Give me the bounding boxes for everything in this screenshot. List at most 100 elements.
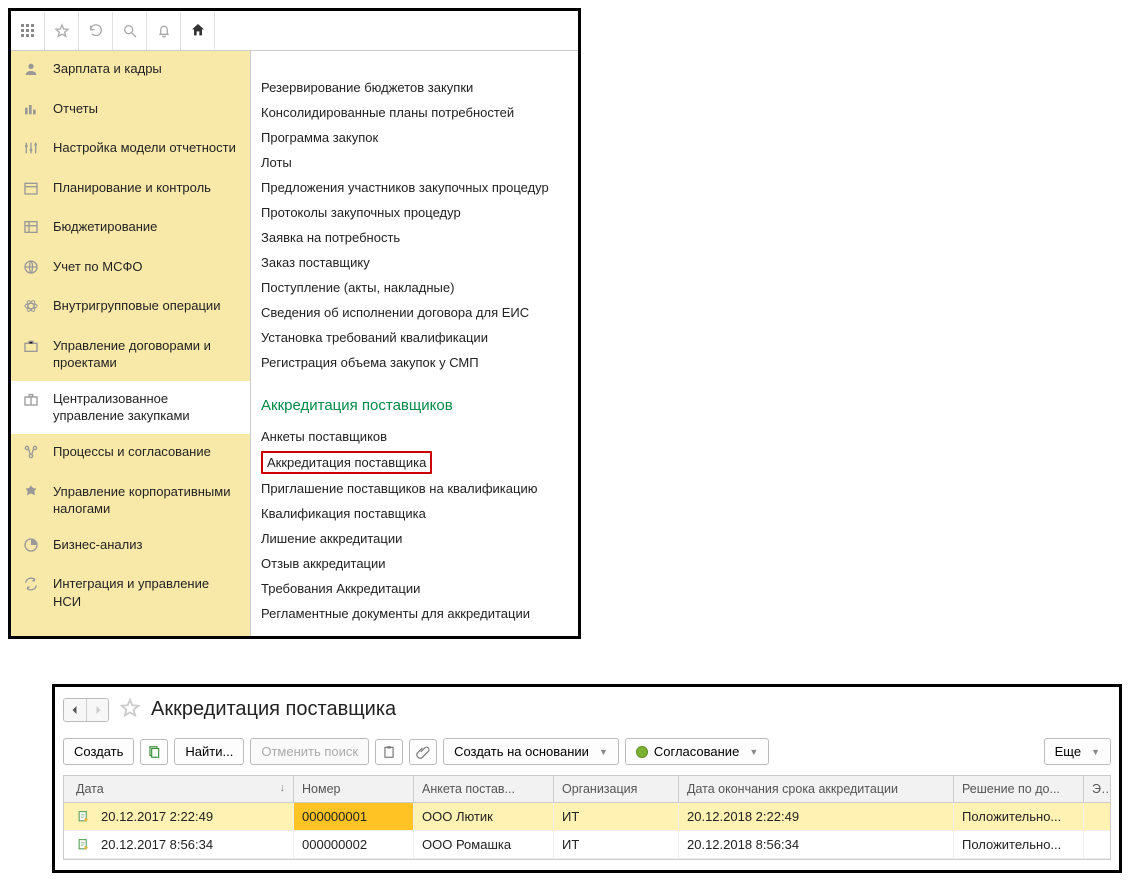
col-number[interactable]: Номер <box>294 776 414 803</box>
gift-icon <box>23 391 41 412</box>
table-row[interactable]: 20.12.2017 2:22:49 000000001 ООО Лютик И… <box>64 803 1110 831</box>
sidebar-item-label: Настройка модели отчетности <box>53 139 240 157</box>
cell-date: 20.12.2017 2:22:49 <box>64 803 294 831</box>
sidebar-item-contracts[interactable]: Управление договорами и проектами <box>11 328 250 381</box>
attach-button[interactable] <box>409 739 437 765</box>
chart-icon <box>23 101 41 122</box>
nav-forward-button[interactable] <box>86 699 108 721</box>
home-icon[interactable] <box>181 12 215 50</box>
nav-back-button[interactable] <box>64 699 86 721</box>
menu-section-header: Аккредитация поставщиков <box>261 397 568 414</box>
cell-date: 20.12.2017 8:56:34 <box>64 831 294 859</box>
nav-buttons <box>63 698 109 722</box>
menu-link[interactable]: Регистрация объема закупок у СМП <box>261 350 568 375</box>
refresh-icon <box>23 576 41 597</box>
favorite-icon[interactable] <box>119 697 141 722</box>
col-profile[interactable]: Анкета постав... <box>414 776 554 803</box>
bell-icon[interactable] <box>147 12 181 50</box>
sidebar-item-tax[interactable]: Управление корпоративными налогами <box>11 474 250 527</box>
cell-number: 000000001 <box>294 803 414 831</box>
page-title: Аккредитация поставщика <box>151 698 396 721</box>
document-icon <box>76 810 91 823</box>
cell-decision: Положительно... <box>954 831 1084 859</box>
sidebar-item-planning[interactable]: Планирование и контроль <box>11 170 250 210</box>
cell-enddate: 20.12.2018 8:56:34 <box>679 831 954 859</box>
sidebar-item-reports[interactable]: Отчеты <box>11 91 250 131</box>
find-button[interactable]: Найти... <box>174 738 244 765</box>
menu-link[interactable]: Требования Аккредитации <box>261 576 568 601</box>
menu-link[interactable]: Регламентные документы для аккредитации <box>261 601 568 626</box>
sidebar-item-label: Планирование и контроль <box>53 179 240 197</box>
sidebar: Зарплата и кадры Отчеты Настройка модели… <box>11 51 251 636</box>
menu-link[interactable]: Отзыв аккредитации <box>261 551 568 576</box>
table-row[interactable]: 20.12.2017 8:56:34 000000002 ООО Ромашка… <box>64 831 1110 859</box>
chevron-down-icon: ▼ <box>1091 747 1100 757</box>
menu-link[interactable]: Сведения об исполнении договора для ЕИС <box>261 300 568 325</box>
globe-icon <box>23 259 41 280</box>
sidebar-item-label: Зарплата и кадры <box>53 60 240 78</box>
emblem-icon <box>23 484 41 505</box>
sort-indicator-icon: ↓ <box>280 782 286 796</box>
sidebar-item-bi[interactable]: Бизнес-анализ <box>11 527 250 567</box>
create-button[interactable]: Создать <box>63 738 134 765</box>
table-icon <box>23 219 41 240</box>
menu-link[interactable]: Протоколы закупочных процедур <box>261 200 568 225</box>
search-icon[interactable] <box>113 12 147 50</box>
menu-link[interactable]: Поступление (акты, накладные) <box>261 275 568 300</box>
menu-link[interactable]: Анкеты поставщиков <box>261 424 568 449</box>
sidebar-item-label: Процессы и согласование <box>53 443 240 461</box>
col-date[interactable]: Дата↓ <box>64 776 294 803</box>
sidebar-item-integration[interactable]: Интеграция и управление НСИ <box>11 566 250 619</box>
cell-decision: Положительно... <box>954 803 1084 831</box>
atom-icon <box>23 298 41 319</box>
create-based-button[interactable]: Создать на основании▼ <box>443 738 619 765</box>
sidebar-item-model-setup[interactable]: Настройка модели отчетности <box>11 130 250 170</box>
col-decision[interactable]: Решение по до... <box>954 776 1084 803</box>
briefcase-icon <box>23 338 41 359</box>
col-eto[interactable]: Это п <box>1084 776 1110 803</box>
col-org[interactable]: Организация <box>554 776 679 803</box>
sidebar-item-budgeting[interactable]: Бюджетирование <box>11 209 250 249</box>
sidebar-item-label: Управление договорами и проектами <box>53 337 240 372</box>
cell-eto <box>1084 803 1110 831</box>
star-icon[interactable] <box>45 12 79 50</box>
sidebar-item-ifrs[interactable]: Учет по МСФО <box>11 249 250 289</box>
menu-link[interactable]: Установка требований квалификации <box>261 325 568 350</box>
menu-link[interactable]: Квалификация поставщика <box>261 501 568 526</box>
clipboard-button[interactable] <box>375 739 403 765</box>
cell-number: 000000002 <box>294 831 414 859</box>
copy-button[interactable] <box>140 739 168 765</box>
command-bar: Создать Найти... Отменить поиск Создать … <box>63 738 1111 765</box>
sidebar-item-intercompany[interactable]: Внутригрупповые операции <box>11 288 250 328</box>
apps-icon[interactable] <box>11 12 45 50</box>
approval-button[interactable]: Согласование▼ <box>625 738 769 765</box>
sidebar-item-label: Управление корпоративными налогами <box>53 483 240 518</box>
person-icon <box>23 61 41 82</box>
menu-link[interactable]: Предложения участников закупочных процед… <box>261 175 568 200</box>
menu-link[interactable]: Лоты <box>261 150 568 175</box>
sidebar-item-label: Интеграция и управление НСИ <box>53 575 240 610</box>
sidebar-item-label: Внутригрупповые операции <box>53 297 240 315</box>
menu-link[interactable]: Заказ поставщику <box>261 250 568 275</box>
menu-link[interactable]: Программа закупок <box>261 125 568 150</box>
cancel-search-button[interactable]: Отменить поиск <box>250 738 369 765</box>
top-toolbar <box>11 11 578 51</box>
menu-link[interactable]: Резервирование бюджетов закупки <box>261 75 568 100</box>
col-enddate[interactable]: Дата окончания срока аккредитации <box>679 776 954 803</box>
cell-eto <box>1084 831 1110 859</box>
list-window: Аккредитация поставщика Создать Найти...… <box>52 684 1122 873</box>
sliders-icon <box>23 140 41 161</box>
more-button[interactable]: Еще▼ <box>1044 738 1111 765</box>
menu-link[interactable]: Лишение аккредитации <box>261 526 568 551</box>
sidebar-item-procurement[interactable]: Централизованное управление закупками <box>11 381 250 434</box>
menu-link-accreditation[interactable]: Аккредитация поставщика <box>261 451 432 474</box>
menu-link[interactable]: Консолидированные планы потребностей <box>261 100 568 125</box>
sidebar-item-processes[interactable]: Процессы и согласование <box>11 434 250 474</box>
pie-icon <box>23 537 41 558</box>
menu-link[interactable]: Заявка на потребность <box>261 225 568 250</box>
sidebar-item-payroll[interactable]: Зарплата и кадры <box>11 51 250 91</box>
document-icon <box>76 838 91 851</box>
history-icon[interactable] <box>79 12 113 50</box>
menu-link[interactable]: Приглашение поставщиков на квалификацию <box>261 476 568 501</box>
sidebar-item-label: Отчеты <box>53 100 240 118</box>
